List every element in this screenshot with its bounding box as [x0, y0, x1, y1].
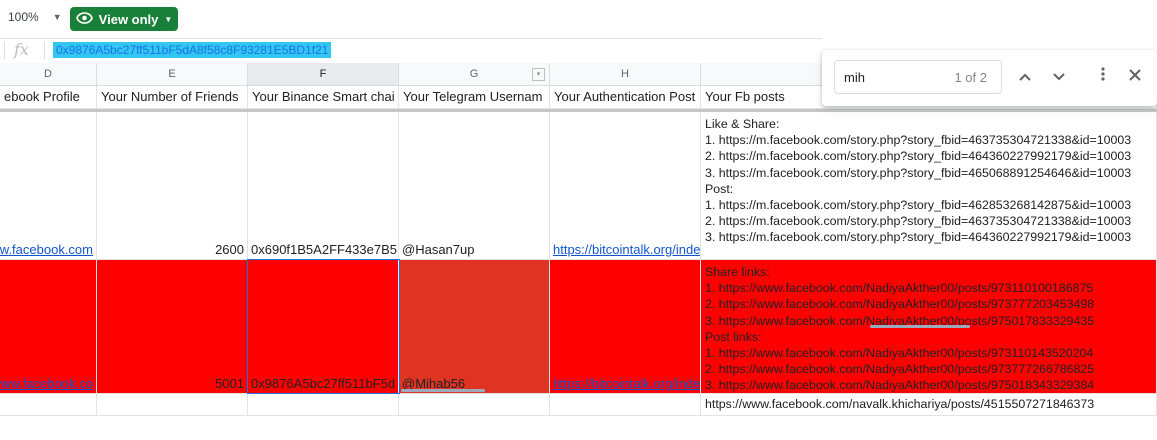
chevron-down-icon[interactable]	[1048, 66, 1070, 88]
column-header-h[interactable]: H	[550, 63, 701, 86]
active-cell-outline	[247, 259, 400, 394]
column-header-g[interactable]: G ▾	[399, 63, 550, 86]
formula-bar: fx 0x9876A5bc27ff511bF5dA8f58c8F93281E5B…	[0, 38, 822, 64]
close-icon[interactable]	[1124, 66, 1146, 88]
column-header-d[interactable]: D	[0, 63, 97, 86]
table-cell[interactable]	[550, 394, 701, 416]
find-query: mih	[844, 70, 865, 85]
table-cell[interactable]: https://www.facebook.com/navalk.khichari…	[701, 394, 1157, 416]
zoom-value: 100%	[8, 10, 39, 24]
table-cell[interactable]	[97, 394, 248, 416]
table-cell[interactable]: https://bitcointalk.org/inde	[550, 112, 701, 260]
header-cell-friends[interactable]: Your Number of Friends	[97, 86, 248, 109]
table-cell[interactable]: 2600	[97, 112, 248, 260]
search-match-highlight	[401, 389, 485, 392]
find-dialog: mih 1 of 2	[822, 50, 1157, 106]
column-header-f[interactable]: F	[248, 63, 399, 86]
divider	[4, 42, 5, 60]
table-cell[interactable]: https://bitcointalk.org/inde	[550, 260, 701, 394]
auth-post-link[interactable]: https://bitcointalk.org/inde	[553, 376, 700, 391]
view-only-label: View only	[98, 11, 159, 27]
search-match-highlight	[870, 325, 970, 328]
header-cell-profile[interactable]: ebook Profile	[0, 86, 97, 109]
table-cell[interactable]: www.facebook.com	[0, 112, 97, 260]
table-cell[interactable]	[248, 394, 399, 416]
eye-icon	[75, 11, 93, 27]
header-cell-auth-post[interactable]: Your Authentication Post	[550, 86, 701, 109]
divider	[44, 42, 45, 60]
chevron-down-icon: ▼	[164, 14, 173, 24]
zoom-select[interactable]: 100% ▼	[8, 10, 62, 24]
column-header-e[interactable]: E	[97, 63, 248, 86]
header-cell-telegram[interactable]: Your Telegram Usernam	[399, 86, 550, 109]
table-cell[interactable]	[0, 394, 97, 416]
profile-link[interactable]: www.facebook.co	[0, 376, 93, 391]
find-count: 1 of 2	[954, 70, 987, 85]
chevron-up-icon[interactable]	[1014, 66, 1036, 88]
toolbar: 100% ▼ View only ▼	[0, 0, 1157, 36]
more-options-icon[interactable]	[1092, 66, 1114, 88]
fx-icon: fx	[14, 40, 29, 59]
find-input[interactable]: mih 1 of 2	[834, 60, 1002, 94]
view-only-button[interactable]: View only ▼	[70, 7, 178, 31]
table-cell[interactable]: @Hasan7up	[399, 112, 550, 260]
table-cell[interactable]: @Mihab56	[399, 260, 550, 394]
table-cell[interactable]	[399, 394, 550, 416]
table-cell[interactable]: 5001	[97, 260, 248, 394]
chevron-down-icon: ▼	[52, 12, 62, 22]
column-letter: G	[469, 68, 479, 80]
filter-icon[interactable]: ▾	[532, 68, 545, 81]
table-cell[interactable]: 0x690f1B5A2FF433e7B5	[248, 112, 399, 260]
table-cell[interactable]: www.facebook.co	[0, 260, 97, 394]
auth-post-link[interactable]: https://bitcointalk.org/inde	[553, 242, 700, 257]
profile-link[interactable]: www.facebook.com	[0, 242, 93, 257]
header-cell-binance[interactable]: Your Binance Smart chai	[248, 86, 399, 109]
formula-input[interactable]: 0x9876A5bc27ff511bF5dA8f58c8F93281E5BD1f…	[53, 42, 332, 58]
table-cell[interactable]: Like & Share: 1. https://m.facebook.com/…	[701, 112, 1157, 260]
